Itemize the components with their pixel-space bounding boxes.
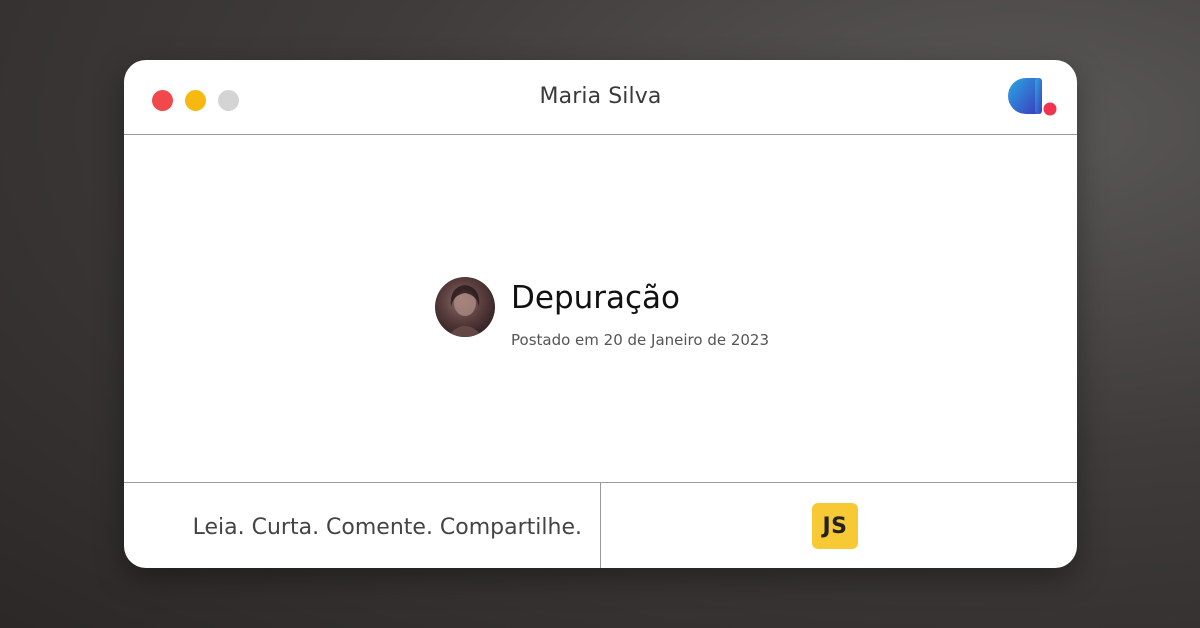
card-footer: Leia. Curta. Comente. Compartilhe. JS [124,482,1077,568]
post-title[interactable]: Depuração [511,280,680,316]
post-header: Depuração Postado em 20 de Janeiro de 20… [124,135,1077,482]
post-card-window: Maria Silva Depuração Postado em 20 de J… [124,60,1077,568]
title-bar: Maria Silva [124,60,1077,135]
footer-divider [600,483,601,568]
javascript-tag-badge[interactable]: JS [812,503,858,549]
dev-community-logo-icon [1008,78,1057,116]
avatar-photo-icon [447,285,483,337]
post-date: Postado em 20 de Janeiro de 2023 [511,331,770,349]
footer-tagline: Leia. Curta. Comente. Compartilhe. [192,515,582,540]
author-name: Maria Silva [539,84,662,109]
author-avatar[interactable] [435,277,495,337]
